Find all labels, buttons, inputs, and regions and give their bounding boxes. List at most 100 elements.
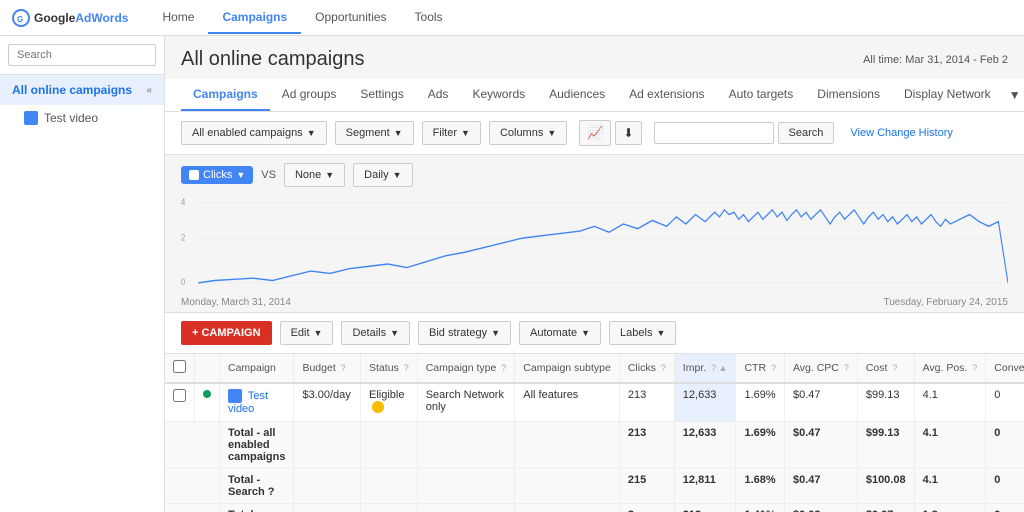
total-label-0: Total - all enabled campaigns xyxy=(220,422,294,469)
tab-audiences[interactable]: Audiences xyxy=(537,79,617,111)
tabs-bar: Campaigns Ad groups Settings Ads Keyword… xyxy=(165,79,1024,112)
metric-color-swatch xyxy=(189,170,199,180)
campaigns-table-container: Campaign Budget ? Status ? Campaign type… xyxy=(165,354,1024,512)
total-row-2: Total - Display Network ? 3 213 1.41% $0… xyxy=(165,504,1024,512)
campaign-icon xyxy=(228,389,242,403)
table-search-input[interactable] xyxy=(654,122,774,144)
toolbar-search: Search xyxy=(654,122,835,144)
download-icon-btn[interactable]: ⬇ xyxy=(615,121,641,145)
row-status-cell: Eligible xyxy=(361,383,418,422)
bid-strategy-btn[interactable]: Bid strategy ▼ xyxy=(418,321,511,345)
chart-icon-btn[interactable]: 📈 xyxy=(579,120,611,146)
row-status-dot-cell xyxy=(195,383,220,422)
sidebar-item-test-video[interactable]: Test video xyxy=(0,105,164,131)
dropdown-arrow: ▼ xyxy=(581,328,590,338)
chart-controls: Clicks ▼ VS None ▼ Daily ▼ xyxy=(165,155,1024,187)
header-cost: Cost ? xyxy=(857,354,914,383)
tab-auto-targets[interactable]: Auto targets xyxy=(717,79,806,111)
row-checkbox-cell xyxy=(165,383,195,422)
dropdown-arrow: ▼ xyxy=(393,170,402,180)
labels-btn[interactable]: Labels ▼ xyxy=(609,321,676,345)
video-icon xyxy=(24,111,38,125)
table-row: Test video $3.00/day Eligible Search Net… xyxy=(165,383,1024,422)
tab-keywords[interactable]: Keywords xyxy=(460,79,537,111)
tab-ads[interactable]: Ads xyxy=(416,79,461,111)
tab-ad-extensions[interactable]: Ad extensions xyxy=(617,79,716,111)
date-range: All time: Mar 31, 2014 - Feb 2 xyxy=(863,54,1008,66)
dropdown-arrow: ▼ xyxy=(461,128,470,138)
row-clicks-cell: 213 xyxy=(619,383,674,422)
edit-btn[interactable]: Edit ▼ xyxy=(280,321,334,345)
header-checkbox xyxy=(165,354,195,383)
tab-campaigns[interactable]: Campaigns xyxy=(181,79,270,111)
header-ctr: CTR ? xyxy=(736,354,785,383)
dropdown-arrow: ▼ xyxy=(325,170,334,180)
automate-btn[interactable]: Automate ▼ xyxy=(519,321,601,345)
tab-dimensions[interactable]: Dimensions xyxy=(805,79,892,111)
filter-btn[interactable]: Filter ▼ xyxy=(422,121,481,145)
header-converted-clicks: Converted clicks ? xyxy=(986,354,1024,383)
chart-area: 4 2 0 xyxy=(165,187,1024,297)
table-header-row: Campaign Budget ? Status ? Campaign type… xyxy=(165,354,1024,383)
tab-ad-groups[interactable]: Ad groups xyxy=(270,79,349,111)
header-campaign-type: Campaign type ? xyxy=(417,354,515,383)
row-impr-cell: 12,633 xyxy=(674,383,736,422)
sidebar-search-container xyxy=(0,36,164,75)
row-subtype-cell: All features xyxy=(515,383,620,422)
dropdown-arrow: ▼ xyxy=(390,328,399,338)
tab-display-network[interactable]: Display Network xyxy=(892,79,1003,111)
add-campaign-button[interactable]: + CAMPAIGN xyxy=(181,321,272,345)
row-converted-clicks-cell: 0 xyxy=(986,383,1024,422)
tab-settings[interactable]: Settings xyxy=(348,79,415,111)
total-row-0: Total - all enabled campaigns 213 12,633… xyxy=(165,422,1024,469)
period-btn[interactable]: Daily ▼ xyxy=(353,163,412,187)
svg-text:2: 2 xyxy=(181,232,185,243)
toolbar: All enabled campaigns ▼ Segment ▼ Filter… xyxy=(165,112,1024,155)
columns-btn[interactable]: Columns ▼ xyxy=(489,121,567,145)
nav-opportunities[interactable]: Opportunities xyxy=(301,2,400,34)
header-campaign-subtype: Campaign subtype xyxy=(515,354,620,383)
header-budget: Budget ? xyxy=(294,354,361,383)
header-campaign: Campaign xyxy=(220,354,294,383)
segment-btn[interactable]: Segment ▼ xyxy=(335,121,414,145)
total-label-1: Total - Search ? xyxy=(220,469,294,504)
eligible-icon xyxy=(372,401,384,413)
total-row-1: Total - Search ? 215 12,811 1.68% $0.47 … xyxy=(165,469,1024,504)
page-title: All online campaigns xyxy=(181,48,364,71)
compare-metric-btn[interactable]: None ▼ xyxy=(284,163,345,187)
collapse-icon: « xyxy=(146,85,152,96)
all-enabled-campaigns-btn[interactable]: All enabled campaigns ▼ xyxy=(181,121,327,145)
line-chart: 4 2 0 xyxy=(181,191,1008,297)
nav-home[interactable]: Home xyxy=(148,2,208,34)
dropdown-arrow: ▼ xyxy=(314,328,323,338)
search-button[interactable]: Search xyxy=(778,122,835,144)
svg-text:G: G xyxy=(17,15,23,24)
svg-text:4: 4 xyxy=(181,196,185,207)
vs-label: VS xyxy=(261,169,276,181)
header-impr: Impr. ? ▲ xyxy=(674,354,736,383)
view-change-history-link[interactable]: View Change History xyxy=(850,127,953,139)
row-avg-pos-cell: 4.1 xyxy=(914,383,986,422)
details-btn[interactable]: Details ▼ xyxy=(341,321,410,345)
header-avg-cpc: Avg. CPC ? xyxy=(784,354,857,383)
nav-tools[interactable]: Tools xyxy=(401,2,457,34)
header-clicks: Clicks ? xyxy=(619,354,674,383)
sidebar-item-all-campaigns[interactable]: All online campaigns « xyxy=(0,75,164,105)
row-checkbox[interactable] xyxy=(173,389,186,402)
main-content: All online campaigns All time: Mar 31, 2… xyxy=(165,36,1024,512)
svg-text:0: 0 xyxy=(181,276,185,287)
dropdown-arrow: ▼ xyxy=(236,170,245,180)
dropdown-arrow: ▼ xyxy=(394,128,403,138)
row-ctr-cell: 1.69% xyxy=(736,383,785,422)
row-type-cell: Search Network only xyxy=(417,383,515,422)
row-cost-cell: $99.13 xyxy=(857,383,914,422)
search-input[interactable] xyxy=(8,44,156,66)
clicks-metric-btn[interactable]: Clicks ▼ xyxy=(181,166,253,184)
select-all-checkbox[interactable] xyxy=(173,360,186,373)
row-budget-cell: $3.00/day xyxy=(294,383,361,422)
nav-campaigns[interactable]: Campaigns xyxy=(208,2,301,34)
tab-more-icon[interactable]: ▼ xyxy=(1003,80,1024,110)
row-avg-cpc-cell: $0.47 xyxy=(784,383,857,422)
header-avg-pos: Avg. Pos. ? xyxy=(914,354,986,383)
status-dot xyxy=(203,390,211,398)
